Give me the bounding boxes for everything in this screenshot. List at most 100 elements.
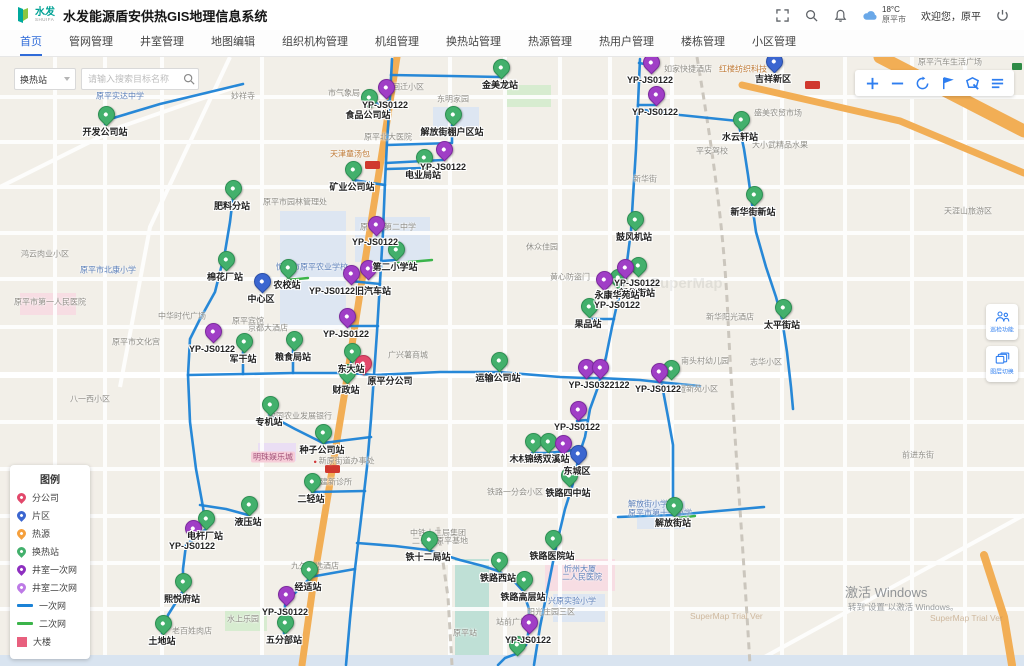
map-marker-label: 财政站	[332, 385, 359, 395]
logout-icon[interactable]	[996, 8, 1010, 22]
map-marker-well-primary[interactable]	[364, 212, 388, 236]
map-marker-well-primary[interactable]	[335, 304, 359, 328]
shuifa-logo-icon	[14, 6, 31, 25]
map-marker-substation[interactable]	[623, 207, 647, 231]
personnel-icon	[995, 310, 1010, 323]
map-label: 市气象局	[328, 88, 360, 99]
map-marker-substation[interactable]	[541, 526, 565, 550]
map-marker-label: 中心区	[247, 294, 274, 304]
map-marker-label: 农校站	[273, 280, 300, 290]
page-title: 水发能源盾安供热GIS地理信息系统	[63, 6, 267, 25]
measure-icon[interactable]	[939, 75, 955, 91]
map-marker-substation[interactable]	[94, 102, 118, 126]
nav-tab-7[interactable]: 热源管理	[528, 30, 572, 56]
nav-tab-4[interactable]: 组织机构管理	[282, 30, 348, 56]
layer-list-icon[interactable]	[989, 75, 1005, 91]
map-label: 新原街道办事处	[313, 456, 374, 467]
draw-area-icon[interactable]	[964, 75, 980, 91]
map-label: 平安驾校	[696, 146, 728, 157]
map-label: 原平市文化宫	[112, 337, 160, 348]
map-marker-substation[interactable]	[489, 57, 513, 80]
map-marker-substation[interactable]	[171, 569, 195, 593]
map-marker-well-primary[interactable]	[432, 137, 456, 161]
map-marker-well-primary[interactable]	[644, 82, 668, 106]
legend-item-label: 井室一次网	[32, 563, 77, 576]
legend-pin-swatch	[15, 545, 28, 558]
nav-tab-6[interactable]: 换热站管理	[446, 30, 501, 56]
map-marker-label: 鼓风机站	[616, 232, 652, 242]
map-marker-well-primary[interactable]	[588, 355, 612, 379]
app-header: 水发 SHUIFA 水发能源盾安供热GIS地理信息系统 18	[0, 0, 1024, 30]
map-marker-substation[interactable]	[487, 548, 511, 572]
search-category-select[interactable]: 换热站	[14, 68, 76, 90]
map-marker-label: 土地站	[148, 636, 175, 646]
map-marker-substation[interactable]	[341, 157, 365, 181]
inspection-button[interactable]: 巡检功能	[986, 304, 1018, 340]
map-marker-substation[interactable]	[311, 420, 335, 444]
zoom-in-button[interactable]	[864, 75, 880, 91]
map-canvas[interactable]: 开发公司站食品公司站金美龙站解放街棚户区站电业局站矿业公司站肥料分站棉花厂站农校…	[0, 57, 1024, 666]
legend-pin-swatch	[15, 527, 28, 540]
map-marker-label: YP-JS0122	[352, 237, 398, 247]
map-label: 妙祥寺	[231, 91, 255, 102]
map-marker-substation[interactable]	[441, 102, 465, 126]
fullscreen-icon[interactable]	[776, 8, 790, 22]
legend-items: 分公司片区热源换热站井室一次网井室二次网一次网二次网大楼	[17, 491, 83, 648]
legend-item-label: 一次网	[39, 599, 66, 612]
legend-item: 一次网	[17, 599, 83, 612]
map-marker-label: 铁十二局站	[405, 552, 450, 562]
map-marker-label: 二轻站	[297, 494, 324, 504]
nav-tab-3[interactable]: 地图编辑	[211, 30, 255, 56]
legend-item-label: 片区	[32, 509, 50, 522]
map-marker-label: 肥料分站	[214, 201, 250, 211]
map-marker-well-primary[interactable]	[639, 57, 663, 75]
nav-tab-8[interactable]: 热用户管理	[599, 30, 654, 56]
zoom-out-button[interactable]	[889, 75, 905, 91]
reset-view-button[interactable]	[914, 75, 930, 91]
map-label: 前进东街	[902, 450, 934, 461]
nav-tab-2[interactable]: 井室管理	[140, 30, 184, 56]
map-label: 志华小区	[750, 357, 782, 368]
map-marker-substation[interactable]	[276, 255, 300, 279]
layers-icon	[995, 352, 1010, 365]
side-button-label: 图层切换	[990, 367, 1013, 376]
map-label: 大小武精品水果	[752, 140, 808, 151]
legend-item-label: 换热站	[32, 545, 59, 558]
nav-tab-0[interactable]: 首页	[20, 30, 42, 56]
map-marker-well-primary[interactable]	[201, 319, 225, 343]
nav-tab-1[interactable]: 管网管理	[69, 30, 113, 56]
map-label: 新华阳光酒店	[706, 312, 754, 323]
map-marker-substation[interactable]	[742, 182, 766, 206]
watermark-text: 转到“设置”以激活 Windows。	[848, 601, 959, 613]
search-submit-icon[interactable]	[183, 72, 195, 90]
map-marker-district[interactable]	[250, 269, 274, 293]
map-label: 鸿云肉业小区	[21, 249, 69, 260]
search-input[interactable]	[81, 68, 199, 90]
map-marker-substation[interactable]	[487, 348, 511, 372]
layer-switch-button[interactable]: 图层切换	[986, 346, 1018, 382]
map-marker-well-primary[interactable]	[566, 397, 590, 421]
map-marker-label: 解放街站	[655, 518, 691, 528]
nav-tab-10[interactable]: 小区管理	[752, 30, 796, 56]
map-label: 盛美农贸市场	[754, 108, 802, 119]
search-icon[interactable]	[805, 8, 819, 22]
map-marker-label: YP-JS0122	[505, 635, 551, 645]
map-marker-substation[interactable]	[771, 295, 795, 319]
map-marker-substation[interactable]	[729, 107, 753, 131]
map-marker-label: 铁路医院站	[529, 551, 574, 561]
nav-tabs: 首页 管网管理 井室管理 地图编辑 组织机构管理 机组管理 换热站管理 热源管理 热用户管理 楼栋…	[0, 30, 1024, 57]
map-marker-substation[interactable]	[300, 469, 324, 493]
map-marker-label: 专机站	[255, 417, 282, 427]
map-label: 黄心防盗门	[550, 272, 590, 283]
map-label: 原平市第一人民医院	[14, 297, 86, 308]
map-label: 老百姓肉店	[172, 626, 212, 637]
nav-tab-5[interactable]: 机组管理	[375, 30, 419, 56]
map-marker-substation[interactable]	[237, 492, 261, 516]
map-marker-label: 矿业公司站	[329, 182, 374, 192]
map-marker-substation[interactable]	[221, 176, 245, 200]
legend-pin-swatch	[15, 563, 28, 576]
nav-tab-9[interactable]: 楼栋管理	[681, 30, 725, 56]
map-marker-substation[interactable]	[214, 247, 238, 271]
map-marker-label: YP-JS0122	[627, 75, 673, 85]
notifications-icon[interactable]	[834, 8, 848, 22]
